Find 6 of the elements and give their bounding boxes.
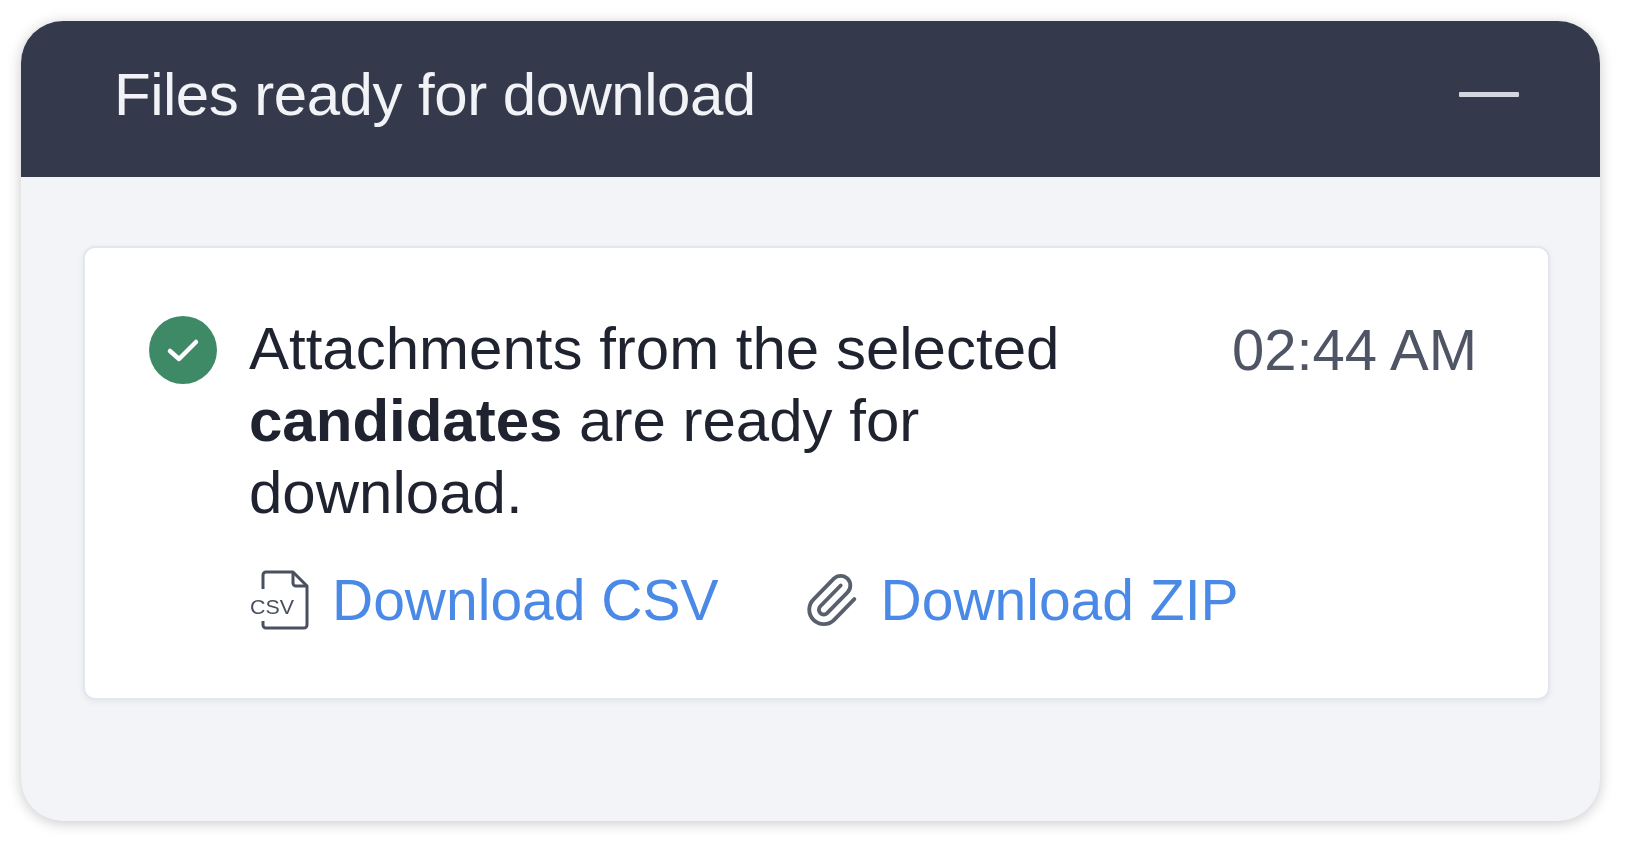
notification-message: Attachments from the selected candidates are ready for download. — [249, 314, 1061, 528]
timestamp: 02:44 AM — [1231, 316, 1477, 384]
panel-title: Files ready for download — [114, 59, 756, 130]
download-csv-link[interactable]: CSV Download CSV — [249, 568, 719, 632]
minimize-button[interactable] — [1459, 92, 1519, 97]
minus-icon — [1459, 92, 1519, 97]
